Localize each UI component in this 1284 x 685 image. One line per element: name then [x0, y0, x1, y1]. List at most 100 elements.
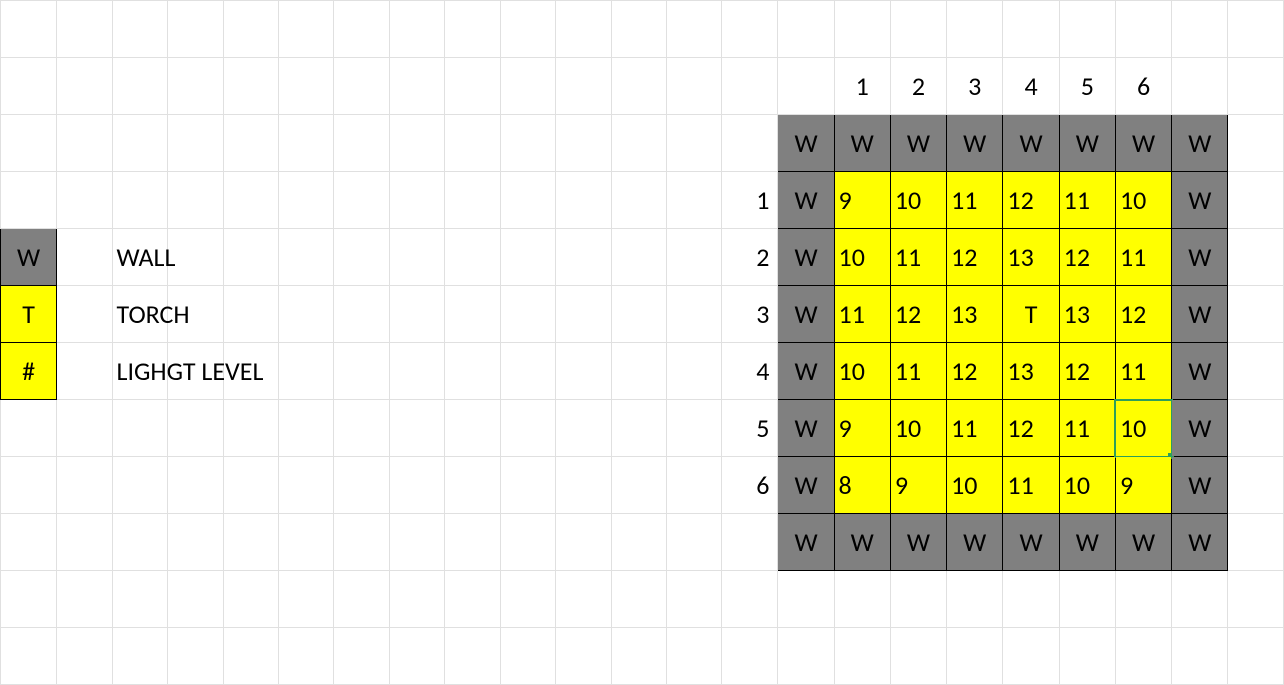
cell[interactable] [667, 229, 722, 286]
cell[interactable] [57, 628, 112, 685]
light-cell[interactable]: 13 [1059, 286, 1115, 343]
cell[interactable] [445, 286, 500, 343]
row-header-4[interactable]: 4 [722, 343, 778, 400]
cell[interactable] [278, 628, 333, 685]
cell[interactable] [168, 286, 223, 343]
cell[interactable] [112, 628, 168, 685]
cell[interactable] [168, 1, 223, 58]
light-cell[interactable]: 10 [890, 400, 946, 457]
light-cell[interactable]: 12 [947, 229, 1003, 286]
cell[interactable] [556, 1, 611, 58]
wall-cell[interactable]: W [890, 514, 946, 571]
cell[interactable] [445, 514, 500, 571]
cell[interactable] [278, 343, 333, 400]
wall-cell[interactable]: W [778, 400, 834, 457]
cell[interactable] [500, 571, 555, 628]
cell[interactable] [223, 172, 278, 229]
cell[interactable] [334, 571, 389, 628]
cell[interactable] [389, 400, 444, 457]
cell[interactable] [556, 286, 611, 343]
cell[interactable] [168, 571, 223, 628]
wall-cell[interactable]: W [778, 343, 834, 400]
cell[interactable] [500, 286, 555, 343]
cell[interactable] [57, 115, 112, 172]
cell[interactable] [223, 514, 278, 571]
cell[interactable] [778, 58, 834, 115]
wall-cell[interactable]: W [1172, 343, 1228, 400]
cell[interactable] [334, 514, 389, 571]
cell[interactable] [389, 115, 444, 172]
cell[interactable] [112, 1, 168, 58]
cell[interactable] [1228, 457, 1284, 514]
cell[interactable] [1, 172, 57, 229]
cell[interactable] [1172, 571, 1228, 628]
light-cell[interactable]: 11 [1115, 229, 1171, 286]
wall-cell[interactable]: W [778, 514, 834, 571]
cell[interactable] [1, 115, 57, 172]
cell[interactable] [1, 457, 57, 514]
wall-cell[interactable]: W [778, 286, 834, 343]
cell[interactable] [500, 58, 555, 115]
cell[interactable] [334, 58, 389, 115]
wall-cell[interactable]: W [778, 457, 834, 514]
cell[interactable] [445, 1, 500, 58]
cell[interactable] [112, 115, 168, 172]
cell[interactable] [1228, 514, 1284, 571]
cell[interactable] [445, 172, 500, 229]
cell[interactable] [168, 58, 223, 115]
cell[interactable] [667, 514, 722, 571]
light-cell[interactable]: 10 [890, 172, 946, 229]
light-cell[interactable]: 11 [834, 286, 890, 343]
cell[interactable] [556, 58, 611, 115]
light-cell[interactable]: 12 [1059, 229, 1115, 286]
col-header-4[interactable]: 4 [1003, 58, 1059, 115]
cell[interactable] [947, 1, 1003, 58]
cell[interactable] [334, 172, 389, 229]
cell[interactable] [278, 286, 333, 343]
cell[interactable] [667, 400, 722, 457]
cell[interactable] [722, 514, 778, 571]
row-header-6[interactable]: 6 [722, 457, 778, 514]
cell[interactable] [667, 58, 722, 115]
cell[interactable] [334, 1, 389, 58]
col-header-3[interactable]: 3 [947, 58, 1003, 115]
light-cell[interactable]: 11 [890, 229, 946, 286]
light-cell[interactable]: 11 [1115, 343, 1171, 400]
light-cell[interactable]: 10 [834, 229, 890, 286]
cell[interactable] [500, 628, 555, 685]
cell[interactable] [334, 115, 389, 172]
cell[interactable] [334, 457, 389, 514]
cell[interactable] [57, 1, 112, 58]
light-cell[interactable]: 12 [890, 286, 946, 343]
light-cell[interactable]: 12 [1003, 400, 1059, 457]
cell[interactable] [57, 400, 112, 457]
cell[interactable] [223, 1, 278, 58]
light-cell[interactable]: 10 [1059, 457, 1115, 514]
cell[interactable] [1228, 172, 1284, 229]
cell[interactable] [168, 343, 223, 400]
wall-cell[interactable]: W [1003, 514, 1059, 571]
cell[interactable] [389, 172, 444, 229]
cell[interactable] [1172, 1, 1228, 58]
legend-torch-label[interactable]: TORCH [112, 286, 168, 343]
light-cell[interactable]: 11 [1003, 457, 1059, 514]
cell[interactable] [1003, 1, 1059, 58]
light-cell[interactable]: 9 [1115, 457, 1171, 514]
col-header-1[interactable]: 1 [834, 58, 890, 115]
cell[interactable] [223, 457, 278, 514]
cell[interactable] [445, 58, 500, 115]
cell[interactable] [57, 229, 112, 286]
cell[interactable] [278, 115, 333, 172]
legend-wall-symbol[interactable]: W [1, 229, 57, 286]
cell[interactable] [667, 172, 722, 229]
cell[interactable] [168, 628, 223, 685]
cell[interactable] [1172, 58, 1228, 115]
cell[interactable] [278, 457, 333, 514]
wall-cell[interactable]: W [778, 172, 834, 229]
cell[interactable] [500, 343, 555, 400]
cell[interactable] [778, 628, 834, 685]
cell[interactable] [445, 229, 500, 286]
cell[interactable] [112, 514, 168, 571]
cell[interactable] [278, 514, 333, 571]
cell[interactable] [556, 514, 611, 571]
